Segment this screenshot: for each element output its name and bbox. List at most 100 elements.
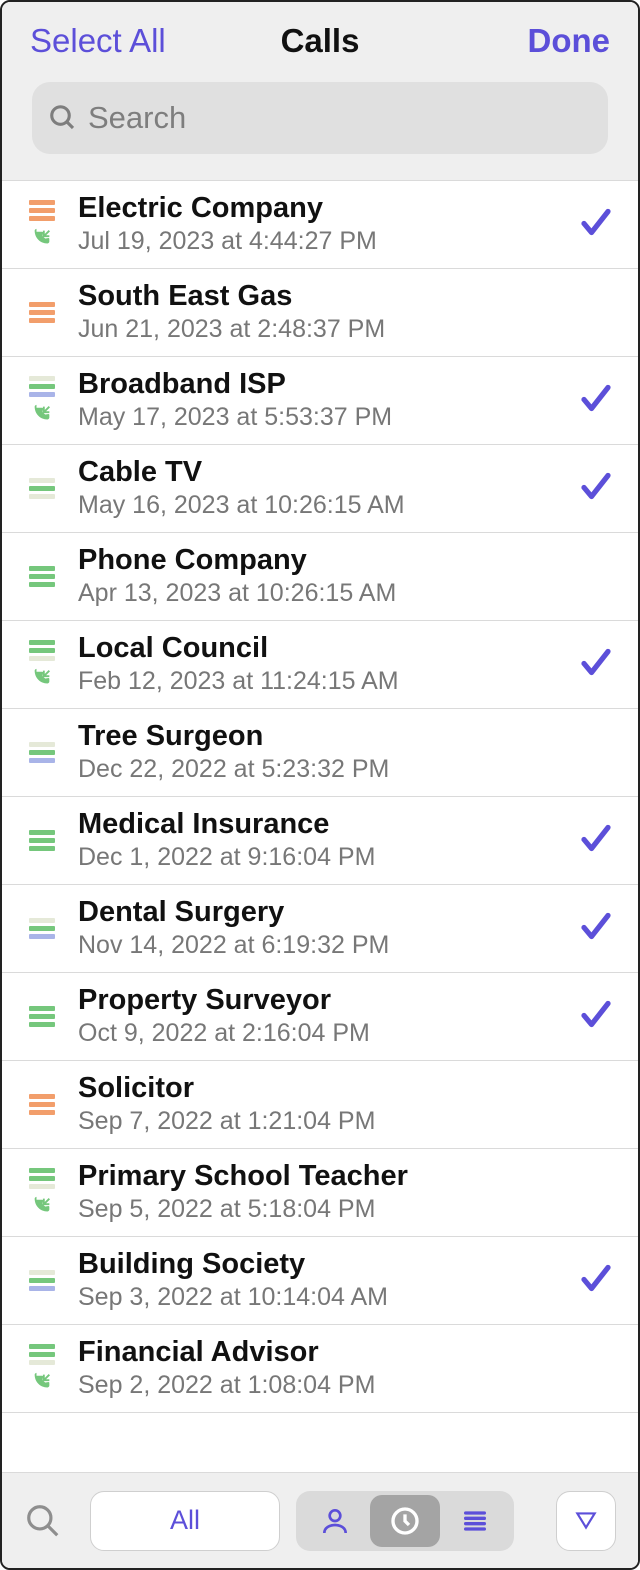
search-input[interactable] xyxy=(88,100,592,136)
call-date: Nov 14, 2022 at 6:19:32 PM xyxy=(78,931,568,960)
selected-checkmark xyxy=(568,644,614,685)
priority-bars-icon xyxy=(29,1344,55,1365)
priority-bars-icon xyxy=(29,640,55,661)
selected-checkmark xyxy=(568,820,614,861)
call-row[interactable]: Financial Advisor Sep 2, 2022 at 1:08:04… xyxy=(2,1325,638,1413)
priority-bars-icon xyxy=(29,1094,55,1115)
search-bar[interactable] xyxy=(32,82,608,154)
row-body: Electric Company Jul 19, 2023 at 4:44:27… xyxy=(78,193,568,257)
row-body: Broadband ISP May 17, 2023 at 5:53:37 PM xyxy=(78,369,568,433)
call-date: Jul 19, 2023 at 4:44:27 PM xyxy=(78,227,568,256)
calls-list[interactable]: Electric Company Jul 19, 2023 at 4:44:27… xyxy=(2,180,638,1472)
row-lead-icons xyxy=(20,1094,64,1115)
select-all-button[interactable]: Select All xyxy=(30,22,166,59)
call-name: South East Gas xyxy=(78,281,614,313)
bottom-toolbar: All xyxy=(2,1472,638,1568)
toolbar-search-button[interactable] xyxy=(24,1491,74,1551)
call-date: Oct 9, 2022 at 2:16:04 PM xyxy=(78,1019,568,1048)
priority-bars-icon xyxy=(29,566,55,587)
call-row[interactable]: Electric Company Jul 19, 2023 at 4:44:27… xyxy=(2,181,638,269)
call-name: Medical Insurance xyxy=(78,809,568,841)
call-name: Electric Company xyxy=(78,193,568,225)
priority-bars-icon xyxy=(29,302,55,323)
priority-bars-icon xyxy=(29,376,55,397)
done-button[interactable]: Done xyxy=(528,22,611,59)
call-date: May 17, 2023 at 5:53:37 PM xyxy=(78,403,568,432)
call-date: Sep 2, 2022 at 1:08:04 PM xyxy=(78,1371,614,1400)
call-date: Feb 12, 2023 at 11:24:15 AM xyxy=(78,667,568,696)
call-row[interactable]: Solicitor Sep 7, 2022 at 1:21:04 PM xyxy=(2,1061,638,1149)
row-body: Tree Surgeon Dec 22, 2022 at 5:23:32 PM xyxy=(78,721,614,785)
call-name: Tree Surgeon xyxy=(78,721,614,753)
priority-bars-icon xyxy=(29,478,55,499)
call-row[interactable]: Medical Insurance Dec 1, 2022 at 9:16:04… xyxy=(2,797,638,885)
priority-bars-icon xyxy=(29,1270,55,1291)
selected-checkmark xyxy=(568,996,614,1037)
row-lead-icons xyxy=(20,1344,64,1393)
call-row[interactable]: Building Society Sep 3, 2022 at 10:14:04… xyxy=(2,1237,638,1325)
priority-bars-icon xyxy=(29,918,55,939)
call-row[interactable]: Primary School Teacher Sep 5, 2022 at 5:… xyxy=(2,1149,638,1237)
page-title: Calls xyxy=(281,22,360,60)
row-lead-icons xyxy=(20,1006,64,1027)
selected-checkmark xyxy=(568,204,614,245)
call-row[interactable]: Property Surveyor Oct 9, 2022 at 2:16:04… xyxy=(2,973,638,1061)
filter-all-button[interactable]: All xyxy=(90,1491,280,1551)
call-row[interactable]: Phone Company Apr 13, 2023 at 10:26:15 A… xyxy=(2,533,638,621)
call-date: Sep 3, 2022 at 10:14:04 AM xyxy=(78,1283,568,1312)
selected-checkmark xyxy=(568,380,614,421)
segment-contacts[interactable] xyxy=(300,1495,370,1547)
row-lead-icons xyxy=(20,640,64,689)
incoming-call-icon xyxy=(31,667,53,689)
call-name: Cable TV xyxy=(78,457,568,489)
call-name: Broadband ISP xyxy=(78,369,568,401)
row-body: Dental Surgery Nov 14, 2022 at 6:19:32 P… xyxy=(78,897,568,961)
filter-toggle-button[interactable] xyxy=(556,1491,616,1551)
row-lead-icons xyxy=(20,566,64,587)
row-body: Solicitor Sep 7, 2022 at 1:21:04 PM xyxy=(78,1073,614,1137)
call-date: May 16, 2023 at 10:26:15 AM xyxy=(78,491,568,520)
row-lead-icons xyxy=(20,200,64,249)
call-row[interactable]: South East Gas Jun 21, 2023 at 2:48:37 P… xyxy=(2,269,638,357)
call-name: Phone Company xyxy=(78,545,614,577)
priority-bars-icon xyxy=(29,830,55,851)
call-name: Primary School Teacher xyxy=(78,1161,614,1193)
call-row[interactable]: Dental Surgery Nov 14, 2022 at 6:19:32 P… xyxy=(2,885,638,973)
segment-list[interactable] xyxy=(440,1495,510,1547)
app-window: Select All Calls Done Electric Company J… xyxy=(0,0,640,1570)
call-name: Property Surveyor xyxy=(78,985,568,1017)
search-bar-container xyxy=(2,74,638,180)
call-name: Solicitor xyxy=(78,1073,614,1105)
call-name: Dental Surgery xyxy=(78,897,568,929)
row-body: South East Gas Jun 21, 2023 at 2:48:37 P… xyxy=(78,281,614,345)
call-row[interactable]: Local Council Feb 12, 2023 at 11:24:15 A… xyxy=(2,621,638,709)
row-lead-icons xyxy=(20,478,64,499)
selected-checkmark xyxy=(568,468,614,509)
row-lead-icons xyxy=(20,302,64,323)
row-body: Medical Insurance Dec 1, 2022 at 9:16:04… xyxy=(78,809,568,873)
row-body: Property Surveyor Oct 9, 2022 at 2:16:04… xyxy=(78,985,568,1049)
selected-checkmark xyxy=(568,1260,614,1301)
incoming-call-icon xyxy=(31,1371,53,1393)
priority-bars-icon xyxy=(29,742,55,763)
row-body: Financial Advisor Sep 2, 2022 at 1:08:04… xyxy=(78,1337,614,1401)
call-name: Financial Advisor xyxy=(78,1337,614,1369)
call-date: Jun 21, 2023 at 2:48:37 PM xyxy=(78,315,614,344)
row-lead-icons xyxy=(20,830,64,851)
incoming-call-icon xyxy=(31,403,53,425)
row-lead-icons xyxy=(20,918,64,939)
priority-bars-icon xyxy=(29,1168,55,1189)
call-row[interactable]: Broadband ISP May 17, 2023 at 5:53:37 PM xyxy=(2,357,638,445)
call-row[interactable]: Cable TV May 16, 2023 at 10:26:15 AM xyxy=(2,445,638,533)
call-name: Local Council xyxy=(78,633,568,665)
call-date: Sep 5, 2022 at 5:18:04 PM xyxy=(78,1195,614,1224)
call-date: Dec 22, 2022 at 5:23:32 PM xyxy=(78,755,614,784)
call-name: Building Society xyxy=(78,1249,568,1281)
row-lead-icons xyxy=(20,1270,64,1291)
search-icon xyxy=(48,103,78,133)
segment-recents[interactable] xyxy=(370,1495,440,1547)
call-row[interactable]: Tree Surgeon Dec 22, 2022 at 5:23:32 PM xyxy=(2,709,638,797)
row-lead-icons xyxy=(20,376,64,425)
call-date: Dec 1, 2022 at 9:16:04 PM xyxy=(78,843,568,872)
row-body: Cable TV May 16, 2023 at 10:26:15 AM xyxy=(78,457,568,521)
